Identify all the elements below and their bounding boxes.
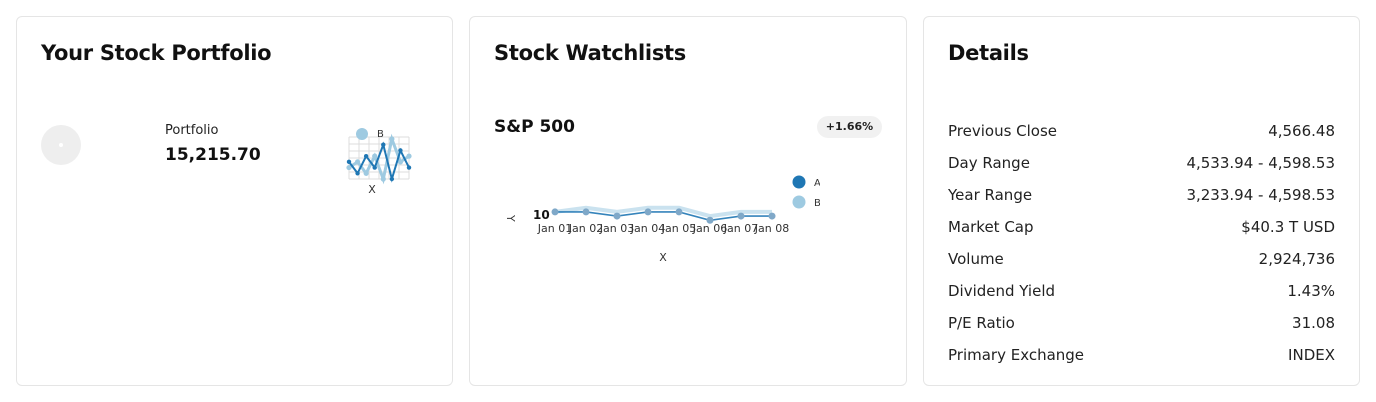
detail-value: 4,566.48 (1268, 122, 1335, 140)
details-title: Details (948, 41, 1029, 65)
x-axis-label: X (368, 183, 376, 196)
data-point-A (381, 142, 386, 147)
detail-value: INDEX (1288, 346, 1335, 364)
legend-marker-B (792, 195, 806, 209)
detail-value: 31.08 (1292, 314, 1335, 332)
detail-row-primary-exchange: Primary Exchange INDEX (948, 339, 1335, 371)
data-point-B (363, 170, 369, 176)
data-point-B (354, 159, 361, 165)
detail-value: 2,924,736 (1258, 250, 1335, 268)
data-point-A (675, 208, 683, 216)
x-axis-label: X (659, 251, 667, 264)
detail-label: Day Range (948, 154, 1030, 172)
x-tick-label: Jan 01 (537, 222, 572, 235)
portfolio-mini-chart: BX (346, 128, 412, 196)
data-point-A (582, 208, 590, 216)
data-point-A (551, 208, 559, 216)
data-point-B (406, 153, 412, 159)
data-point-A (355, 171, 360, 176)
detail-label: Primary Exchange (948, 346, 1085, 364)
data-point-A (644, 208, 652, 216)
data-point-A (737, 212, 745, 220)
x-tick-label: Jan 06 (692, 222, 727, 235)
legend-label-A: A (814, 178, 820, 189)
details-list: Previous Close 4,566.48 Day Range 4,533.… (948, 115, 1335, 371)
detail-value: 3,233.94 - 4,598.53 (1186, 186, 1335, 204)
detail-row-day-range: Day Range 4,533.94 - 4,598.53 (948, 147, 1335, 179)
watchlist-title: Stock Watchlists (494, 41, 686, 65)
x-tick-label: Jan 02 (568, 222, 603, 235)
detail-row-previous-close: Previous Close 4,566.48 (948, 115, 1335, 147)
watchlist-symbol-name[interactable]: S&P 500 (494, 117, 575, 137)
watchlist-change-badge: +1.66% (817, 116, 882, 138)
data-point-A (389, 176, 395, 182)
detail-value: 1.43% (1287, 282, 1335, 300)
detail-label: Market Cap (948, 218, 1034, 236)
detail-label: P/E Ratio (948, 314, 1015, 332)
detail-row-dividend-yield: Dividend Yield 1.43% (948, 275, 1335, 307)
legend-marker-A (792, 175, 806, 189)
portfolio-card: Your Stock Portfolio Portfolio 15,215.70… (16, 16, 453, 386)
avatar-dot-icon (59, 143, 63, 147)
detail-row-market-cap: Market Cap $40.3 T USD (948, 211, 1335, 243)
data-point-A (406, 165, 412, 170)
portfolio-title: Your Stock Portfolio (41, 41, 272, 65)
y-axis-label: Y (504, 214, 517, 222)
watchlist-card: Stock Watchlists S&P 500 +1.66% Y 10 Jan 0… (469, 16, 907, 386)
detail-label: Volume (948, 250, 1004, 268)
data-point-B (380, 176, 386, 182)
portfolio-avatar (41, 125, 81, 165)
detail-value: 4,533.94 - 4,598.53 (1186, 154, 1335, 172)
data-point-A (346, 159, 352, 165)
data-point-A (768, 212, 776, 220)
data-point-A (398, 148, 403, 153)
watchlist-chart: Y 10Jan 01Jan 02Jan 03Jan 04Jan 05Jan 06J… (504, 175, 820, 264)
legend-marker-B (356, 128, 368, 140)
x-tick-label: Jan 08 (754, 222, 789, 235)
x-tick-label: Jan 04 (630, 222, 665, 235)
data-point-B (389, 136, 395, 142)
x-tick-label: Jan 03 (599, 222, 634, 235)
data-point-B (372, 153, 378, 159)
detail-label: Previous Close (948, 122, 1058, 140)
data-point-A (613, 212, 621, 220)
detail-row-year-range: Year Range 3,233.94 - 4,598.53 (948, 179, 1335, 211)
data-point-A (363, 153, 369, 159)
portfolio-label: Portfolio (165, 123, 219, 138)
portfolio-value: 15,215.70 (165, 145, 261, 165)
details-card: Details Previous Close 4,566.48 Day Rang… (923, 16, 1360, 386)
y-tick-label: 10 (533, 208, 550, 222)
legend-label-B: B (377, 129, 384, 140)
detail-row-volume: Volume 2,924,736 (948, 243, 1335, 275)
x-tick-label: Jan 07 (723, 222, 758, 235)
detail-value: $40.3 T USD (1241, 218, 1335, 236)
legend-label-B: B (814, 198, 820, 209)
data-point-B (397, 159, 404, 165)
detail-label: Dividend Yield (948, 282, 1056, 300)
data-point-A (372, 165, 377, 170)
detail-row-pe-ratio: P/E Ratio 31.08 (948, 307, 1335, 339)
detail-label: Year Range (948, 186, 1033, 204)
x-tick-label: Jan 05 (661, 222, 696, 235)
